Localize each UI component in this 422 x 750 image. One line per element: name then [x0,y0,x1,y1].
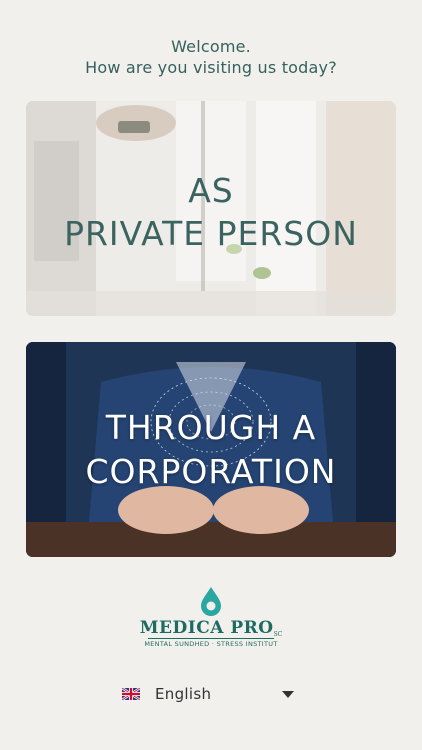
private-title-line2: PRIVATE PERSON [64,214,358,253]
corporation-title-line1: THROUGH A [105,408,317,447]
brand-superscript: SC [273,631,283,638]
corporation-title-line2: CORPORATION [85,452,337,491]
welcome-line: Welcome. [171,37,251,56]
brand-name: MEDICA PROSC [0,618,422,638]
private-title-line1: AS [188,171,234,210]
uk-flag-icon [122,688,140,700]
droplet-logo-icon [201,587,221,616]
private-person-title: AS PRIVATE PERSON [26,169,396,255]
brand-divider [148,638,274,639]
language-selector[interactable]: English [122,682,298,708]
brand-tagline: MENTAL SUNDHED · STRESS INSTITUT [144,640,278,648]
visit-question: How are you visiting us today? [85,58,337,77]
brand-name-text: MEDICA PRO [139,618,274,638]
corporation-title: THROUGH A CORPORATION [26,406,396,494]
medica-pro-logo: MEDICA PROSC MENTAL SUNDHED · STRESS INS… [0,584,422,654]
language-label: English [155,685,212,703]
corporation-card[interactable]: THROUGH A CORPORATION [26,342,396,557]
chevron-down-icon[interactable] [282,691,294,698]
private-person-card[interactable]: AS PRIVATE PERSON [26,101,396,316]
welcome-heading: Welcome. How are you visiting us today? [0,36,422,78]
